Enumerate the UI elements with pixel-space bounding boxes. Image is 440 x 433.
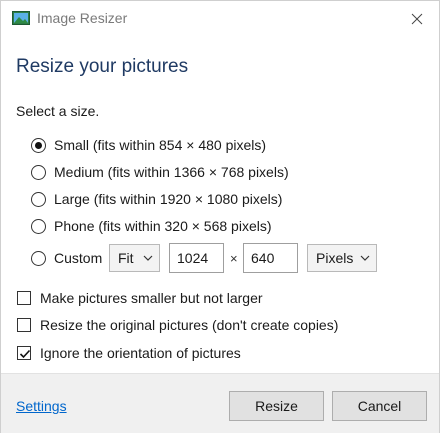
- radio-custom-indicator[interactable]: [31, 250, 46, 266]
- radio-custom[interactable]: Custom: [31, 250, 102, 266]
- radio-medium-indicator[interactable]: [31, 164, 46, 180]
- radio-phone-indicator[interactable]: [31, 218, 46, 234]
- chevron-down-icon: [143, 255, 153, 261]
- select-size-label: Select a size.: [16, 103, 100, 119]
- checkbox-ignore-orientation[interactable]: [17, 346, 31, 360]
- radio-medium[interactable]: Medium (fits within 1366 × 768 pixels): [31, 164, 289, 180]
- option-ignore-orientation-label: Ignore the orientation of pictures: [40, 345, 241, 361]
- title-bar[interactable]: Image Resizer: [1, 1, 439, 37]
- option-smaller-not-larger[interactable]: Make pictures smaller but not larger: [17, 290, 263, 306]
- radio-large-label: Large (fits within 1920 × 1080 pixels): [54, 191, 283, 207]
- cancel-button[interactable]: Cancel: [332, 391, 427, 421]
- radio-small[interactable]: Small (fits within 854 × 480 pixels): [31, 137, 266, 153]
- image-resizer-app-icon: [12, 11, 30, 25]
- fit-mode-value: Fit: [118, 250, 134, 266]
- window-title: Image Resizer: [37, 10, 128, 26]
- radio-custom-label: Custom: [54, 250, 103, 266]
- checkbox-resize-originals[interactable]: [17, 318, 31, 332]
- radio-phone-label: Phone (fits within 320 × 568 pixels): [54, 218, 272, 234]
- dialog-footer: Settings Resize Cancel: [1, 373, 439, 433]
- fit-mode-dropdown[interactable]: Fit: [109, 244, 160, 272]
- times-symbol: ×: [230, 251, 238, 266]
- radio-large[interactable]: Large (fits within 1920 × 1080 pixels): [31, 191, 282, 207]
- close-button[interactable]: [399, 5, 435, 33]
- page-title: Resize your pictures: [16, 56, 189, 77]
- option-resize-originals-label: Resize the original pictures (don't crea…: [40, 317, 339, 333]
- unit-dropdown[interactable]: Pixels: [307, 244, 377, 272]
- checkmark-icon: [19, 349, 31, 359]
- close-icon: [411, 13, 423, 25]
- option-ignore-orientation[interactable]: Ignore the orientation of pictures: [17, 345, 241, 361]
- resize-button[interactable]: Resize: [229, 391, 324, 421]
- image-resizer-window: Image Resizer Resize your pictures Selec…: [0, 0, 440, 433]
- custom-width-input[interactable]: [169, 243, 224, 273]
- chevron-down-icon: [360, 255, 370, 261]
- radio-small-label: Small (fits within 854 × 480 pixels): [54, 137, 267, 153]
- option-smaller-not-larger-label: Make pictures smaller but not larger: [40, 290, 263, 306]
- radio-small-indicator[interactable]: [31, 137, 46, 153]
- radio-medium-label: Medium (fits within 1366 × 768 pixels): [54, 164, 289, 180]
- checkbox-smaller-not-larger[interactable]: [17, 291, 31, 305]
- radio-phone[interactable]: Phone (fits within 320 × 568 pixels): [31, 218, 272, 234]
- option-resize-originals[interactable]: Resize the original pictures (don't crea…: [17, 317, 338, 333]
- radio-large-indicator[interactable]: [31, 191, 46, 207]
- settings-link[interactable]: Settings: [16, 398, 67, 414]
- custom-height-input[interactable]: [243, 243, 298, 273]
- unit-value: Pixels: [316, 250, 354, 266]
